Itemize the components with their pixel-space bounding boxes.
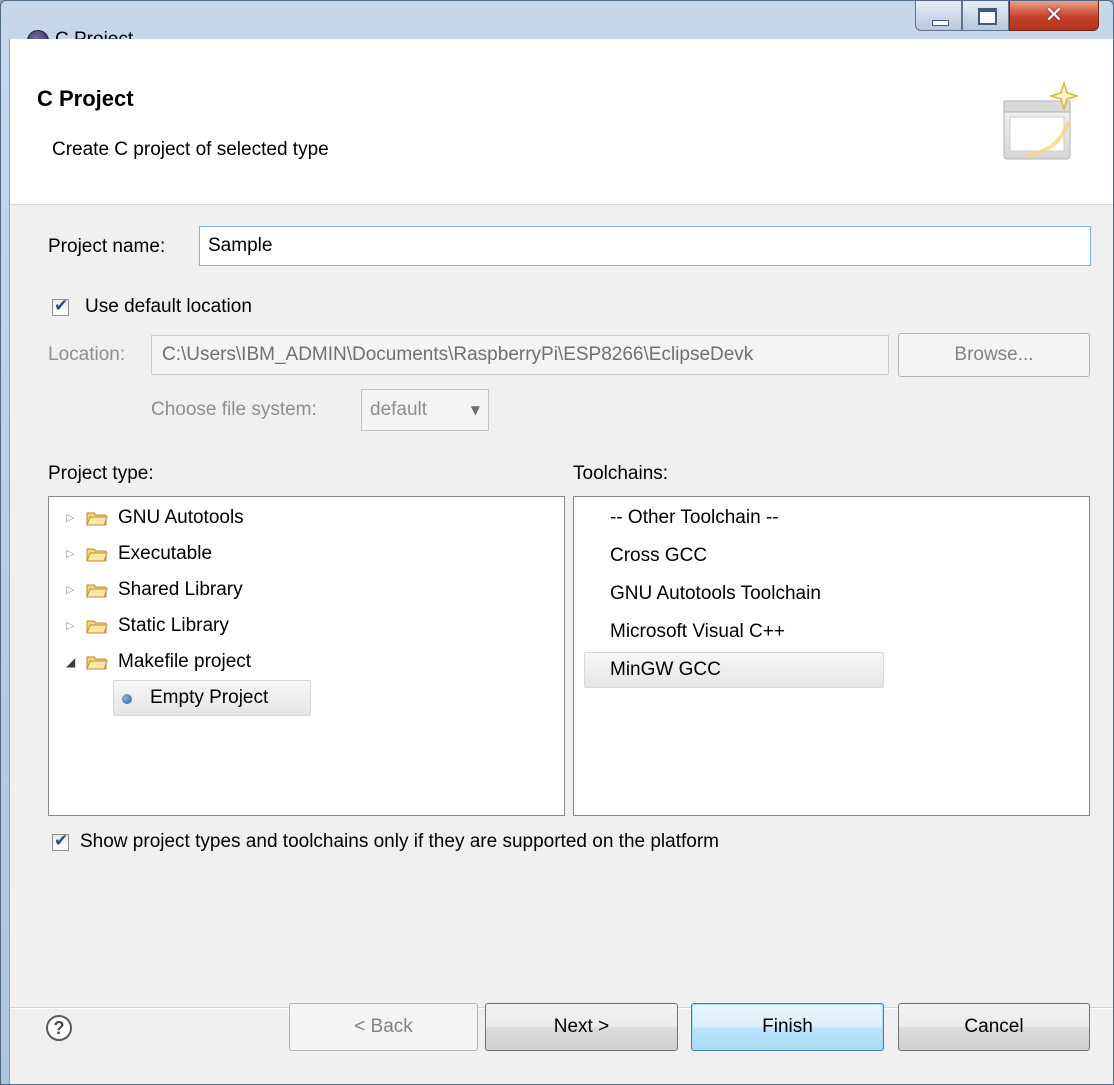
wizard-header: C Project Create C project of selected t… (10, 39, 1113, 205)
project-name-label: Project name: (48, 236, 166, 257)
page-title: C Project (37, 86, 134, 111)
expand-icon: ▷ (66, 619, 75, 632)
project-type-tree[interactable]: ▷ GNU Autotools ▷ Executable ▷ Shared Li… (48, 496, 565, 816)
expand-icon: ▷ (66, 547, 75, 560)
file-system-value: default (370, 399, 428, 420)
expand-icon: ▷ (66, 511, 75, 524)
tree-item-label: Shared Library (118, 579, 243, 600)
collapse-icon: ◢ (66, 655, 76, 669)
location-label: Location: (48, 344, 126, 365)
tree-item-label: Makefile project (118, 651, 252, 672)
use-default-location-checkbox[interactable]: ✔ (52, 296, 69, 316)
dialog-client-area: C Project Create C project of selected t… (9, 39, 1113, 1084)
toolchains-list[interactable]: -- Other Toolchain -- Cross GCC GNU Auto… (573, 496, 1090, 816)
file-system-label: Choose file system: (151, 399, 317, 420)
checkmark-icon: ✔ (54, 831, 69, 851)
minimize-button[interactable] (915, 1, 962, 31)
tree-item-label: Empty Project (150, 687, 269, 708)
toolchain-item[interactable]: GNU Autotools Toolchain (610, 576, 821, 612)
browse-button[interactable]: Browse... (898, 333, 1090, 377)
tree-item-label: Executable (118, 543, 213, 564)
folder-icon (86, 584, 108, 598)
close-button[interactable]: ✕ (1009, 1, 1099, 31)
tree-item-shared-library[interactable]: ▷ Shared Library (49, 572, 549, 608)
tree-item-gnu-autotools[interactable]: ▷ GNU Autotools (49, 500, 549, 536)
title-bar[interactable]: C Project ✕ (1, 1, 1113, 52)
folder-icon (86, 620, 108, 634)
toolchain-item[interactable]: Cross GCC (610, 538, 707, 574)
use-default-location-label: Use default location (85, 296, 252, 317)
next-button[interactable]: Next > (485, 1003, 678, 1051)
maximize-button[interactable] (962, 1, 1009, 31)
folder-icon (86, 512, 108, 526)
project-type-label: Project type: (48, 463, 154, 484)
wizard-banner-icon (1003, 81, 1078, 160)
tree-item-label: Static Library (118, 615, 229, 636)
help-icon[interactable]: ? (46, 1015, 72, 1041)
cancel-button[interactable]: Cancel (898, 1003, 1090, 1051)
tree-item-static-library[interactable]: ▷ Static Library (49, 608, 549, 644)
tree-item-makefile-project[interactable]: ◢ Makefile project (49, 644, 549, 680)
back-button[interactable]: < Back (289, 1003, 478, 1051)
tree-item-label: GNU Autotools (118, 507, 244, 528)
toolchain-item[interactable]: Microsoft Visual C++ (610, 614, 785, 650)
close-icon: ✕ (1044, 3, 1064, 28)
folder-icon (86, 548, 108, 562)
project-name-input[interactable] (199, 226, 1091, 266)
show-supported-only-checkbox[interactable]: ✔ (52, 831, 69, 851)
toolchain-item-selected[interactable]: MinGW GCC (610, 652, 721, 688)
show-supported-only-label: Show project types and toolchains only i… (80, 831, 719, 852)
file-system-select[interactable]: default ▼ (361, 389, 489, 431)
c-project-dialog: C Project ✕ C Project Create C project o… (0, 0, 1114, 1085)
expand-icon: ▷ (66, 583, 75, 596)
chevron-down-icon: ▼ (470, 403, 480, 417)
toolchain-item[interactable]: -- Other Toolchain -- (610, 500, 779, 536)
folder-open-icon (86, 656, 108, 670)
project-bullet-icon (122, 694, 132, 704)
tree-item-empty-project[interactable]: Empty Project (49, 680, 549, 716)
location-input[interactable] (151, 335, 889, 375)
finish-button[interactable]: Finish (691, 1003, 884, 1051)
page-subtitle: Create C project of selected type (52, 139, 329, 160)
toolchains-label: Toolchains: (573, 463, 669, 484)
checkmark-icon: ✔ (54, 296, 69, 316)
tree-item-executable[interactable]: ▷ Executable (49, 536, 549, 572)
